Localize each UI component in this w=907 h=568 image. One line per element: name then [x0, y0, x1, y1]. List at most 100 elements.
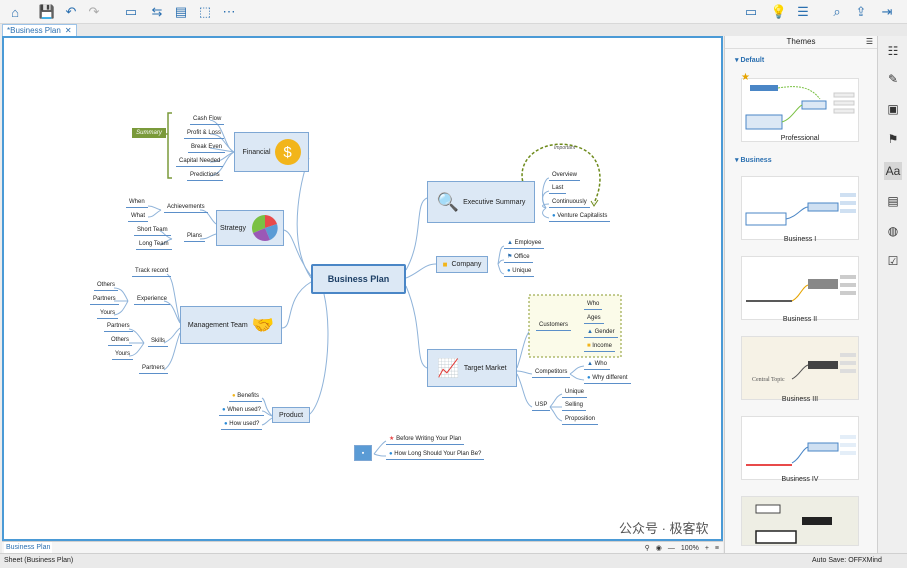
topic-strategy[interactable]: Strategy — [216, 210, 284, 246]
subtopic[interactable]: Overview — [549, 171, 581, 181]
home-icon[interactable]: ⌂ — [6, 3, 24, 21]
share-icon[interactable]: ⇪ — [852, 3, 870, 21]
relationship-label[interactable]: Important — [554, 145, 575, 151]
topic-target-market[interactable]: 📈 Target Market — [427, 349, 517, 387]
topic-management-team[interactable]: Management Team 🤝 — [180, 306, 282, 344]
boundary-icon[interactable]: ⬚ — [196, 3, 214, 21]
subtopic[interactable]: Plans — [184, 232, 206, 242]
subtopic[interactable]: Partners — [90, 295, 119, 305]
section-default[interactable]: ▾ Default — [725, 56, 764, 64]
subtopic[interactable]: Break Even — [188, 143, 226, 153]
filter-icon[interactable]: ⚲ — [645, 544, 650, 552]
subtopic[interactable]: ▲ Who — [584, 360, 610, 370]
subtopic[interactable]: ■ Income — [584, 342, 615, 352]
subtopic-label: Before Writing Your Plan — [396, 436, 462, 442]
status-autosave[interactable]: Auto Save: OFF — [812, 554, 862, 568]
subtopic[interactable]: Long Team — [136, 240, 172, 250]
subtopic[interactable]: Others — [108, 336, 133, 346]
subtopic[interactable]: Selling — [562, 401, 587, 411]
subtopic[interactable]: ● Why different — [584, 374, 631, 384]
subtopic[interactable]: Short Team — [134, 226, 171, 236]
topic-company[interactable]: ■ Company — [436, 256, 488, 273]
central-topic[interactable]: Business Plan — [311, 264, 406, 294]
mindmap-canvas[interactable]: Business Plan Financial $ Summary Cash F… — [2, 36, 723, 541]
image-icon[interactable]: ▣ — [884, 100, 902, 118]
theme-thumbnail-professional[interactable] — [741, 78, 859, 142]
subtopic[interactable]: ● Benefits — [229, 392, 262, 402]
subtopic[interactable]: Predictions — [187, 171, 223, 181]
theme-thumbnail-business-ii[interactable] — [741, 256, 859, 320]
subtopic[interactable]: What — [128, 212, 149, 222]
subtopic[interactable]: Ages — [584, 314, 604, 324]
subtopic[interactable]: ● How Long Should Your Plan Be? — [386, 450, 485, 460]
theme-thumbnail-business-iii[interactable]: Central Topic — [741, 336, 859, 400]
subtopic[interactable]: Continuously — [549, 198, 590, 208]
theme-thumbnail-business-i[interactable] — [741, 176, 859, 240]
subtopic[interactable]: Achievements — [164, 203, 208, 213]
summary-icon[interactable]: ▤ — [172, 3, 190, 21]
subtopic[interactable]: ● Unique — [504, 267, 535, 277]
theme-label: Professional — [780, 135, 820, 142]
themes-icon[interactable]: Aa — [884, 162, 902, 180]
close-icon[interactable]: ✕ — [65, 25, 72, 36]
topic-executive-summary[interactable]: 🔍 Executive Summary — [427, 181, 535, 223]
subtopic[interactable]: ● When used? — [219, 406, 264, 416]
subtopic[interactable]: ▲ Employee — [504, 239, 545, 249]
idea-icon[interactable]: 💡 — [770, 3, 788, 21]
subtopic[interactable]: ● How used? — [221, 420, 263, 430]
fit-icon[interactable]: ≡ — [715, 545, 719, 552]
subtopic[interactable]: USP — [532, 401, 551, 411]
task-icon[interactable]: ☑ — [884, 252, 902, 270]
topic-icon[interactable]: ▭ — [122, 3, 140, 21]
subtopic[interactable]: Competitors — [532, 368, 571, 378]
theme-thumbnail-business-iv[interactable] — [741, 416, 859, 480]
floating-topic[interactable]: ▪ — [354, 445, 372, 461]
redo-icon[interactable]: ↷ — [85, 3, 103, 21]
format-icon[interactable]: ☷ — [884, 42, 902, 60]
section-business[interactable]: ▾ Business — [725, 156, 772, 164]
theme-thumbnail-business-v[interactable] — [741, 496, 859, 546]
subtopic[interactable]: Customers — [536, 321, 572, 331]
subtopic[interactable]: Capital Needed — [176, 157, 224, 167]
search-icon[interactable]: ⌕ — [828, 3, 846, 21]
theme-preview — [746, 275, 856, 302]
zoom-in-button[interactable]: + — [705, 545, 709, 552]
subtopic[interactable]: Last — [549, 184, 567, 194]
zoom-out-button[interactable]: — — [668, 545, 675, 552]
eye-icon[interactable]: ◉ — [656, 544, 662, 552]
flag-icon[interactable]: ⚑ — [884, 130, 902, 148]
topic-financial[interactable]: Financial $ — [234, 132, 309, 172]
subtopic[interactable]: Partners — [139, 364, 168, 374]
subtopic[interactable]: ⚑ Office — [504, 253, 533, 263]
subtopic[interactable]: ★ Before Writing Your Plan — [386, 435, 465, 445]
outliner-icon[interactable]: ☰ — [794, 3, 812, 21]
notes-icon[interactable]: ▤ — [884, 192, 902, 210]
subtopic[interactable]: Profit & Loss — [184, 129, 225, 139]
subtopic[interactable]: Partners — [104, 322, 133, 332]
subtopic[interactable]: Proposition — [562, 415, 599, 425]
subtopic[interactable]: When — [126, 198, 148, 208]
list-icon[interactable]: ☰ — [866, 36, 873, 48]
subtopic[interactable]: Who — [584, 300, 603, 310]
subtopic[interactable]: Yours — [112, 350, 134, 360]
save-icon[interactable]: 💾 — [38, 3, 56, 21]
present-icon[interactable]: ▭ — [742, 3, 760, 21]
topic-product[interactable]: Product — [272, 407, 310, 423]
summary-label[interactable]: Summary — [132, 128, 166, 138]
undo-icon[interactable]: ↶ — [62, 3, 80, 21]
subtopic[interactable]: Yours — [97, 309, 119, 319]
subtopic[interactable]: ● Venture Capitalists — [549, 212, 611, 222]
subtopic[interactable]: Skills — [148, 337, 169, 347]
tab-business-plan[interactable]: *Business Plan ✕ — [2, 24, 77, 36]
subtopic[interactable]: Track record — [132, 267, 172, 277]
subtopic[interactable]: Unique — [562, 388, 588, 398]
comments-icon[interactable]: ◍ — [884, 222, 902, 240]
subtopic[interactable]: ▲ Gender — [584, 328, 618, 338]
brush-icon[interactable]: ✎ — [884, 70, 902, 88]
subtopic[interactable]: Others — [94, 281, 119, 291]
relationship-icon[interactable]: ⇆ — [148, 3, 166, 21]
more-icon[interactable]: ⋯ — [220, 3, 238, 21]
subtopic[interactable]: Experience — [134, 295, 171, 305]
subtopic[interactable]: Cash Flow — [190, 115, 225, 125]
export-icon[interactable]: ⇥ — [878, 3, 896, 21]
